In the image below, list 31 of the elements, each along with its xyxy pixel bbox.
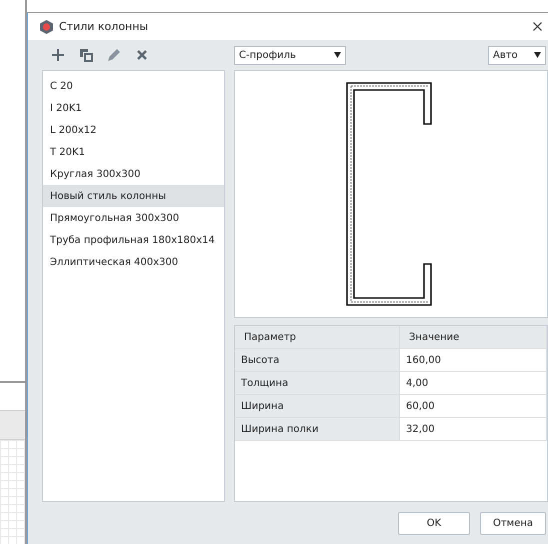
column-header: Значение: [400, 326, 547, 348]
table-cell: Ширина: [235, 395, 400, 417]
table-cell: Высота: [235, 349, 400, 371]
view-dropdown[interactable]: Авто: [488, 46, 546, 64]
list-item[interactable]: Эллиптическая 400x300: [43, 251, 224, 273]
list-item[interactable]: L 200x12: [43, 119, 224, 141]
list-item[interactable]: Прямоугольная 300x300: [43, 207, 224, 229]
table-cell: Толщина: [235, 372, 400, 394]
caret-icon: [534, 52, 541, 58]
table-cell: Ширина полки: [235, 418, 400, 440]
edit-button[interactable]: [106, 47, 122, 63]
window-title: Стили колонны: [59, 20, 150, 33]
add-button[interactable]: [50, 47, 66, 63]
copy-button[interactable]: [78, 47, 94, 63]
caret-icon: [334, 52, 341, 58]
profile-dropdown[interactable]: С-профиль: [234, 46, 346, 64]
list-item[interactable]: C 20: [43, 75, 224, 97]
ok-button[interactable]: OK: [398, 512, 470, 535]
plus-icon: [52, 49, 64, 61]
pencil-icon: [108, 49, 120, 61]
list-item[interactable]: Круглая 300x300: [43, 163, 224, 185]
list-item[interactable]: I 20K1: [43, 97, 224, 119]
copy-icon: [80, 48, 92, 62]
list-item[interactable]: T 20K1: [43, 141, 224, 163]
cancel-button[interactable]: Отмена: [480, 512, 546, 535]
list-item[interactable]: Новый стиль колонны: [43, 185, 224, 207]
column-header: Параметр: [235, 326, 400, 348]
app-logo-icon: [40, 20, 53, 34]
close-icon: [137, 50, 147, 60]
close-icon[interactable]: [533, 22, 542, 31]
list-item[interactable]: Труба профильная 180x180x14: [43, 229, 224, 251]
